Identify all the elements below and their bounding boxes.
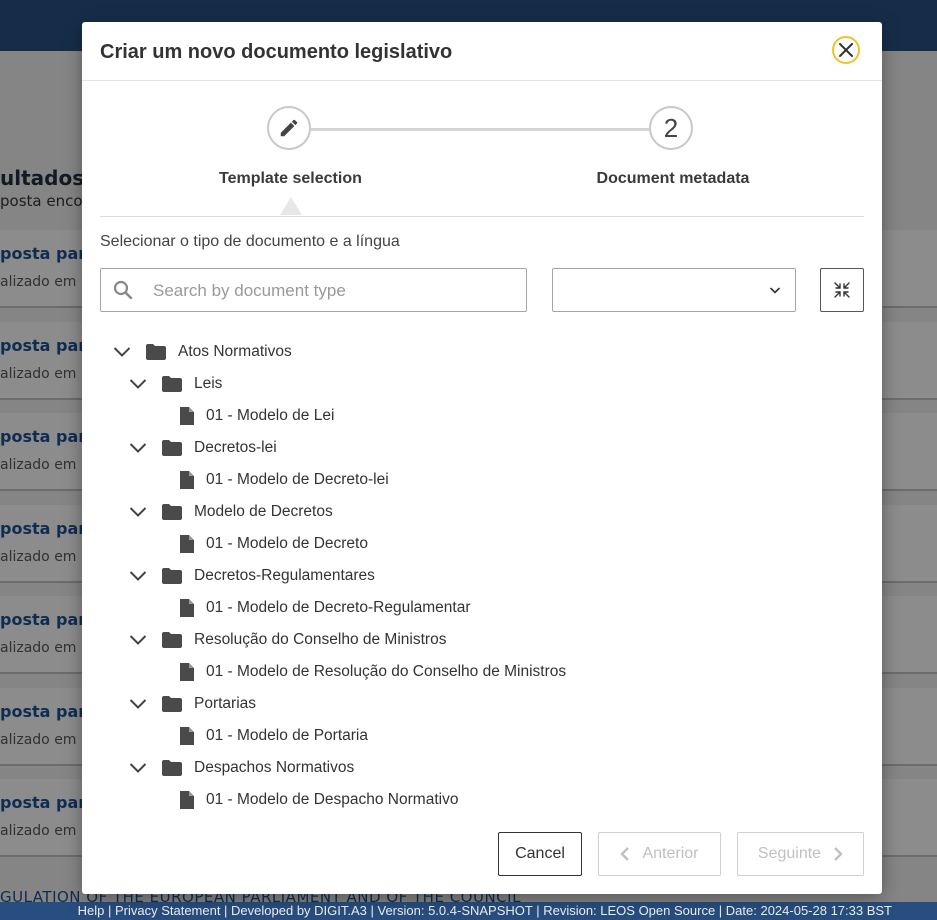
- file-icon: [180, 407, 194, 425]
- folder-icon: [162, 440, 182, 456]
- close-icon: [839, 43, 853, 57]
- tree-node-folder[interactable]: Leis: [128, 368, 222, 400]
- step-1-circle: [267, 106, 311, 150]
- chevron-down-icon[interactable]: [128, 442, 148, 454]
- folder-icon: [162, 504, 182, 520]
- search-input[interactable]: [151, 277, 515, 305]
- dialog-title: Criar um novo documento legislativo: [100, 41, 453, 63]
- folder-icon: [162, 376, 182, 392]
- tree-node-template[interactable]: 01 - Modelo de Decreto-Regulamentar: [180, 592, 471, 624]
- tree-node-template[interactable]: 01 - Modelo de Lei: [180, 400, 334, 432]
- tree-node-label: Decretos-lei: [194, 439, 277, 456]
- stepper-divider: [100, 216, 864, 217]
- section-label: Selecionar o tipo de documento e a língu…: [100, 233, 400, 250]
- step-1-label: Template selection: [219, 170, 362, 187]
- tree-node-label: Despachos Normativos: [194, 759, 355, 776]
- chevron-down-icon[interactable]: [128, 378, 148, 390]
- chevron-down-icon: [769, 287, 781, 294]
- file-icon: [180, 663, 194, 681]
- next-button-label: Seguinte: [757, 845, 822, 862]
- tree-node-label: 01 - Modelo de Decreto-lei: [206, 471, 389, 488]
- tree-node-folder[interactable]: Despachos Normativos: [128, 752, 354, 784]
- tree-node-folder[interactable]: Modelo de Decretos: [128, 496, 333, 528]
- tree-node-label: Decretos-Regulamentares: [194, 567, 375, 584]
- tree-node-folder[interactable]: Decretos-Regulamentares: [128, 560, 375, 592]
- close-button[interactable]: [832, 36, 860, 64]
- chevron-down-icon[interactable]: [128, 506, 148, 518]
- tree-node-folder[interactable]: Resolução do Conselho de Ministros: [128, 624, 446, 656]
- search-field[interactable]: [100, 268, 527, 312]
- tree-node-label: 01 - Modelo de Despacho Normativo: [206, 791, 459, 808]
- tree-node-label: Portarias: [194, 695, 257, 712]
- search-icon: [113, 280, 133, 300]
- folder-icon: [146, 344, 166, 360]
- file-icon: [180, 535, 194, 553]
- chevron-left-icon: [620, 847, 630, 861]
- create-document-dialog: Criar um novo documento legislativo 2 Te…: [82, 22, 882, 894]
- file-icon: [180, 599, 194, 617]
- previous-button[interactable]: Anterior: [598, 832, 721, 876]
- stepper-connector: [311, 128, 649, 131]
- previous-button-label: Anterior: [642, 845, 699, 862]
- pencil-icon: [280, 119, 298, 137]
- step-2-circle: 2: [649, 106, 693, 150]
- collapse-icon: [834, 282, 850, 298]
- tree-node-label: 01 - Modelo de Portaria: [206, 727, 368, 744]
- tree-node-template[interactable]: 01 - Modelo de Despacho Normativo: [180, 784, 458, 816]
- tree-node-label: 01 - Modelo de Decreto: [206, 535, 368, 552]
- chevron-right-icon: [834, 847, 843, 861]
- language-select[interactable]: [552, 268, 796, 312]
- tree-node-template[interactable]: 01 - Modelo de Portaria: [180, 720, 368, 752]
- tree-node-template[interactable]: 01 - Modelo de Decreto: [180, 528, 368, 560]
- chevron-down-icon[interactable]: [128, 570, 148, 582]
- tree-node-folder[interactable]: Atos Normativos: [112, 336, 292, 368]
- tree-node-template[interactable]: 01 - Modelo de Decreto-lei: [180, 464, 389, 496]
- cancel-button[interactable]: Cancel: [498, 832, 582, 876]
- step-2-label: Document metadata: [596, 170, 750, 187]
- chevron-down-icon[interactable]: [128, 698, 148, 710]
- collapse-all-button[interactable]: [820, 268, 864, 312]
- tree-node-label: Modelo de Decretos: [194, 503, 333, 520]
- cancel-button-label: Cancel: [515, 845, 565, 862]
- tree-node-folder[interactable]: Decretos-lei: [128, 432, 277, 464]
- file-icon: [180, 471, 194, 489]
- file-icon: [180, 791, 194, 809]
- active-step-indicator: [280, 197, 302, 215]
- tree-node-label: Resolução do Conselho de Ministros: [194, 631, 447, 648]
- next-button[interactable]: Seguinte: [737, 832, 864, 876]
- header-divider: [82, 80, 882, 81]
- tree-node-label: 01 - Modelo de Lei: [206, 407, 335, 424]
- tree-node-label: 01 - Modelo de Decreto-Regulamentar: [206, 599, 471, 616]
- chevron-down-icon[interactable]: [112, 346, 132, 358]
- tree-node-template[interactable]: 01 - Modelo de Resolução do Conselho de …: [180, 656, 566, 688]
- chevron-down-icon[interactable]: [128, 634, 148, 646]
- footer: Help | Privacy Statement | Developed by …: [0, 902, 937, 920]
- folder-icon: [162, 568, 182, 584]
- folder-icon: [162, 696, 182, 712]
- folder-icon: [162, 632, 182, 648]
- tree-node-label: Atos Normativos: [178, 343, 292, 360]
- tree-node-label: Leis: [194, 375, 223, 392]
- chevron-down-icon[interactable]: [128, 762, 148, 774]
- tree-node-label: 01 - Modelo de Resolução do Conselho de …: [206, 663, 567, 680]
- tree-node-folder[interactable]: Portarias: [128, 688, 256, 720]
- folder-icon: [162, 760, 182, 776]
- file-icon: [180, 727, 194, 745]
